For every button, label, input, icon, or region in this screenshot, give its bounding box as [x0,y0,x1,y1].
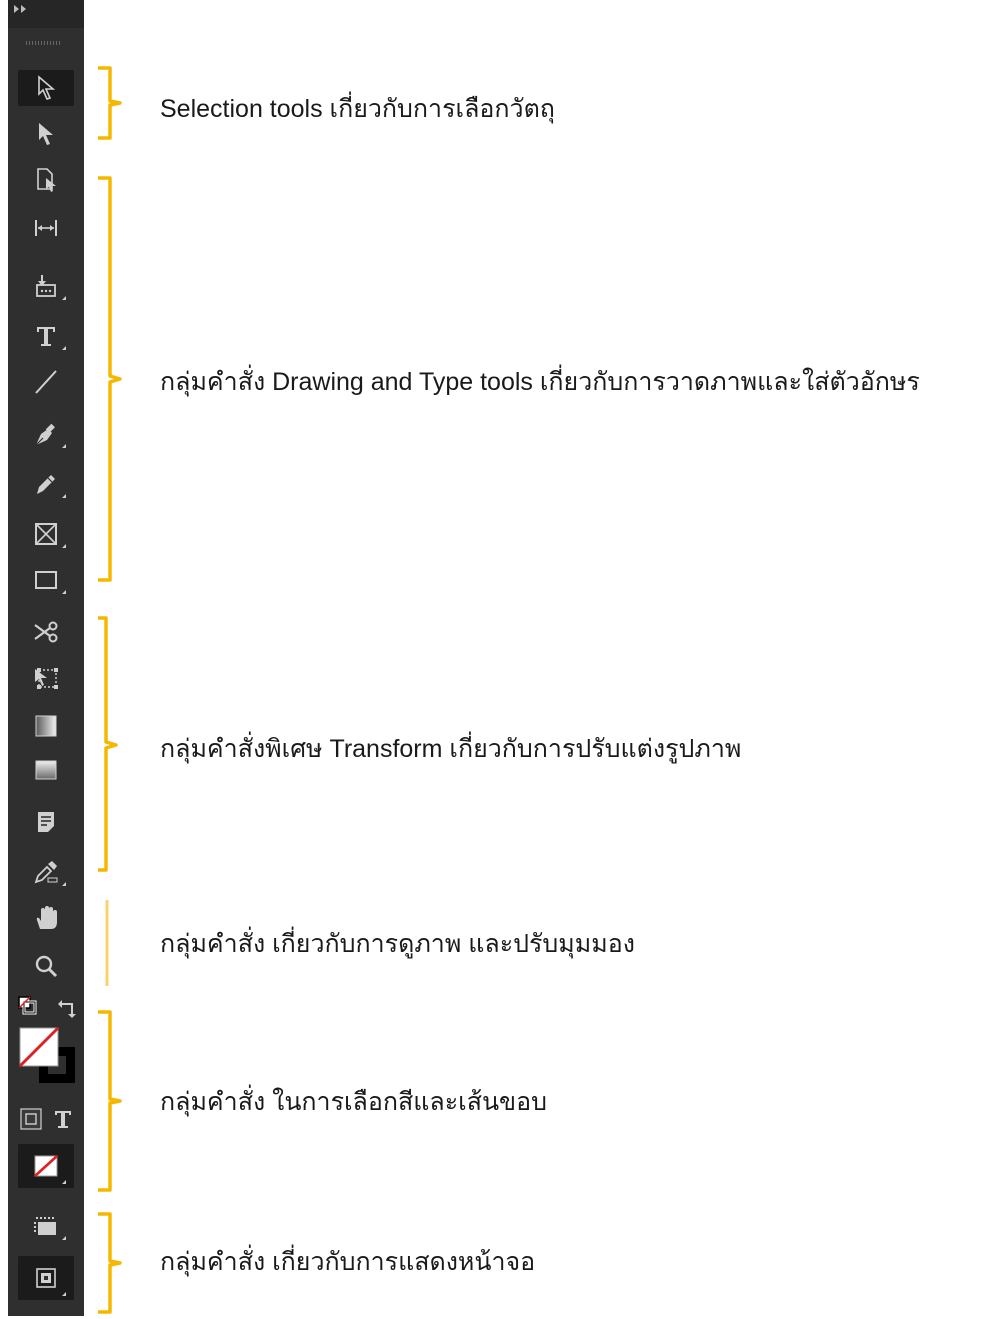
hand-tool-icon[interactable] [18,900,74,936]
eyedropper-tool-icon[interactable] [18,854,74,890]
swap-fill-stroke-icon[interactable] [58,998,78,1018]
annotation-screen-mode-tools: กลุ่มคำสั่ง เกี่ยวกับการแสดงหน้าจอ [160,1248,536,1276]
annotation-drawing-type-tools: กลุ่มคำสั่ง Drawing and Type tools เกี่ย… [160,368,920,396]
pen-tool-icon[interactable] [18,416,74,452]
tools-panel [8,0,84,1316]
fill-stroke-swatch-icon[interactable] [18,1026,78,1088]
rectangle-tool-icon[interactable] [18,562,74,598]
line-tool-icon[interactable] [18,364,74,400]
pencil-tool-icon[interactable] [18,466,74,502]
bracket-drawing [94,176,124,582]
bracket-color [94,1010,124,1192]
gradient-swatch-tool-icon[interactable] [18,708,74,744]
type-tool-icon[interactable] [18,318,74,354]
bracket-transform [94,616,124,872]
panel-grip-icon[interactable] [26,40,66,46]
formatting-text-icon[interactable] [52,1108,74,1130]
free-transform-tool-icon[interactable] [18,660,74,696]
bracket-screen [94,1212,124,1314]
direct-selection-tool-icon[interactable] [18,116,74,152]
annotation-color-stroke-tools: กลุ่มคำสั่ง ในการเลือกสีและเส้นขอบ [160,1088,548,1116]
view-mode-icon[interactable] [18,1256,74,1300]
annotation-selection-tools: Selection tools เกี่ยวกับการเลือกวัตถุ [160,95,555,123]
note-tool-icon[interactable] [18,804,74,840]
apply-none-icon[interactable] [18,1144,74,1188]
content-collector-icon[interactable] [18,268,74,304]
annotation-transform-tools: กลุ่มคำสั่งพิเศษ Transform เกี่ยวกับการป… [160,735,742,763]
page-tool-icon[interactable] [18,162,74,198]
scissors-tool-icon[interactable] [18,614,74,650]
formatting-container-icon[interactable] [20,1108,42,1130]
zoom-tool-icon[interactable] [18,948,74,984]
default-fill-stroke-icon[interactable] [18,996,38,1016]
bracket-view [94,898,124,988]
annotation-view-tools: กลุ่มคำสั่ง เกี่ยวกับการดูภาพ และปรับมุม… [160,930,635,958]
selection-tool-icon[interactable] [18,70,74,106]
rectangle-frame-tool-icon[interactable] [18,516,74,552]
gradient-feather-tool-icon[interactable] [18,752,74,788]
screen-mode-icon[interactable] [18,1208,74,1244]
collapse-panel-icon[interactable] [14,4,28,14]
gap-tool-icon[interactable] [18,210,74,246]
bracket-selection [94,66,124,140]
panel-header [8,0,84,28]
